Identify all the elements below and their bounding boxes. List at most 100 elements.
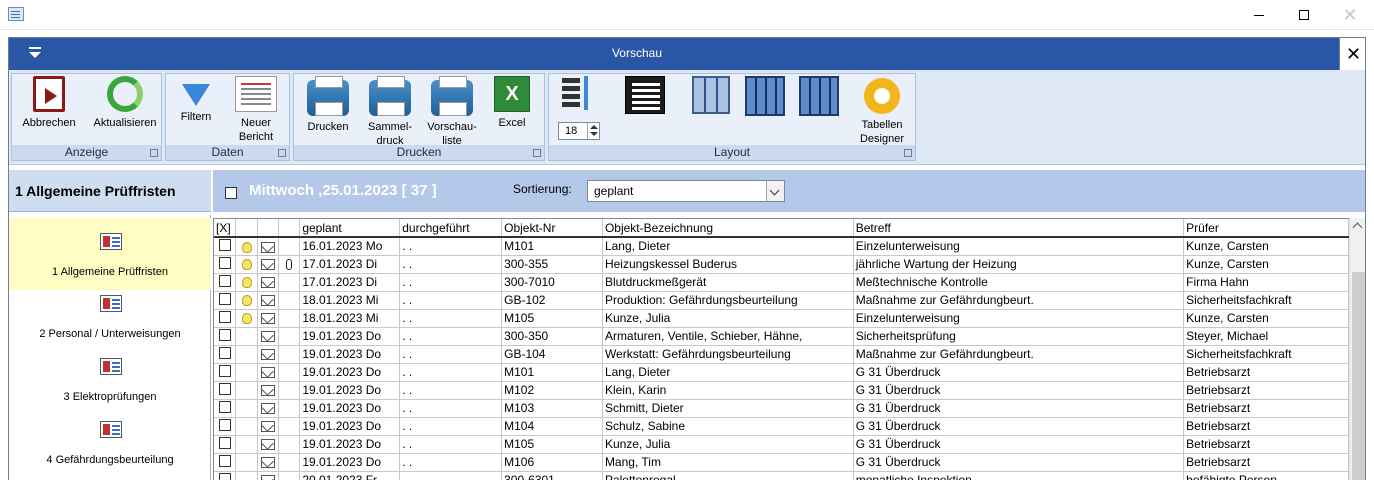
cell-betreff[interactable]: Einzelunterweisung [853, 237, 1185, 256]
cell-attach[interactable] [278, 417, 301, 436]
cell-objekt-bezeichnung[interactable]: Palettenregal [602, 471, 854, 480]
cell-attach[interactable] [278, 327, 301, 346]
neuer-bericht-button[interactable]: Neuer Bericht [226, 76, 286, 144]
cell-mail[interactable] [257, 435, 280, 454]
cell-geplant[interactable]: 19.01.2023 Do [299, 399, 401, 418]
cell-objekt-bezeichnung[interactable]: Blutdruckmeßgerät [602, 273, 854, 292]
envelope-icon[interactable] [261, 295, 276, 307]
cell-geplant[interactable]: 19.01.2023 Do [299, 417, 401, 436]
sort-select[interactable]: geplant [587, 180, 785, 202]
nav-item-gefaehrdungsbeurteilung[interactable]: 4 Gefährdungsbeurteilung [9, 406, 211, 478]
cell-geplant[interactable]: 16.01.2023 Mo [299, 237, 401, 256]
cell-geplant[interactable]: 17.01.2023 Di [299, 255, 401, 274]
envelope-icon[interactable] [261, 241, 276, 253]
cell-attach[interactable] [278, 435, 301, 454]
cell-objekt-nr[interactable]: M103 [501, 399, 603, 418]
envelope-icon[interactable] [261, 403, 276, 415]
envelope-icon[interactable] [261, 475, 276, 480]
col-header-attach[interactable] [278, 219, 301, 238]
cell-pruefer[interactable]: Steyer, Michael [1183, 327, 1349, 346]
envelope-icon[interactable] [261, 439, 276, 451]
cell-durchgefuehrt[interactable]: . . [399, 399, 503, 418]
cell-durchgefuehrt[interactable]: . . [399, 363, 503, 382]
aktualisieren-button[interactable]: Aktualisieren [90, 76, 160, 130]
cell-attach[interactable] [278, 381, 301, 400]
cell-durchgefuehrt[interactable]: . . [399, 273, 503, 292]
cell-durchgefuehrt[interactable]: . . [399, 417, 503, 436]
cell-check[interactable] [214, 345, 237, 364]
cell-durchgefuehrt[interactable]: . . [399, 435, 503, 454]
cell-pruefer[interactable]: Betriebsarzt [1183, 399, 1349, 418]
cell-mail[interactable] [257, 363, 280, 382]
cell-mail[interactable] [257, 255, 280, 274]
cell-pruefer[interactable]: Betriebsarzt [1183, 435, 1349, 454]
cell-pruefer[interactable]: Firma Hahn [1183, 273, 1349, 292]
cell-objekt-nr[interactable]: GB-102 [501, 291, 603, 310]
cell-check[interactable] [214, 309, 237, 328]
drucken-button[interactable]: Drucken [300, 76, 356, 134]
cell-pruefer[interactable]: Kunze, Carsten [1183, 255, 1349, 274]
cell-pruefer[interactable]: Kunze, Carsten [1183, 237, 1349, 256]
cell-pruefer[interactable]: Betriebsarzt [1183, 363, 1349, 382]
col-header-mail[interactable] [257, 219, 280, 238]
row-checkbox[interactable] [218, 436, 231, 449]
row-checkbox[interactable] [218, 292, 231, 305]
cell-objekt-nr[interactable]: 300-7010 [501, 273, 603, 292]
envelope-icon[interactable] [261, 313, 276, 325]
cell-geplant[interactable]: 20.01.2023 Fr [299, 471, 401, 480]
cell-betreff[interactable]: Maßnahme zur Gefährdungbeurt. [853, 291, 1185, 310]
envelope-icon[interactable] [261, 277, 276, 289]
cell-durchgefuehrt[interactable]: . . [399, 327, 503, 346]
cell-check[interactable] [214, 363, 237, 382]
cell-objekt-nr[interactable]: M106 [501, 453, 603, 472]
cell-pruefer[interactable]: Betriebsarzt [1183, 453, 1349, 472]
cell-pruefer[interactable]: Kunze, Carsten [1183, 309, 1349, 328]
table-row[interactable]: 19.01.2023 Do. . M104 Schulz, Sabine G 31 Ü… [214, 417, 1349, 436]
nav-item-personal-unterweisungen[interactable]: 2 Personal / Unterweisungen [9, 280, 211, 352]
cell-attach[interactable] [278, 363, 301, 382]
cell-check[interactable] [214, 255, 237, 274]
table-row[interactable]: 18.01.2023 Mi. . M105 Kunze, Julia Einzelun… [214, 309, 1349, 328]
cell-attach[interactable] [278, 237, 301, 256]
cell-betreff[interactable]: jährliche Wartung der Heizung [853, 255, 1185, 274]
cell-mail[interactable] [257, 453, 280, 472]
cell-objekt-nr[interactable]: M102 [501, 381, 603, 400]
cell-objekt-nr[interactable]: M101 [501, 363, 603, 382]
col-header-objekt-bezeichnung[interactable]: Objekt-Bezeichnung [602, 219, 854, 238]
cell-geplant[interactable]: 19.01.2023 Do [299, 345, 401, 364]
scrollbar-thumb[interactable] [1352, 272, 1365, 480]
excel-button[interactable]: X Excel [486, 76, 538, 130]
cell-betreff[interactable]: G 31 Überdruck [853, 399, 1185, 418]
cell-check[interactable] [214, 291, 237, 310]
vertical-scrollbar[interactable] [1349, 218, 1365, 480]
cell-betreff[interactable]: G 31 Überdruck [853, 435, 1185, 454]
cell-mail[interactable] [257, 471, 280, 480]
tabellen-designer-button[interactable]: Tabellen Designer [849, 76, 915, 146]
cell-geplant[interactable]: 19.01.2023 Do [299, 327, 401, 346]
cell-objekt-nr[interactable]: M105 [501, 435, 603, 454]
row-height-button[interactable] [557, 76, 597, 114]
cell-durchgefuehrt[interactable]: . . [399, 291, 503, 310]
cell-durchgefuehrt[interactable]: . . [399, 453, 503, 472]
row-checkbox[interactable] [218, 382, 231, 395]
cell-durchgefuehrt[interactable]: . . [399, 237, 503, 256]
cell-objekt-bezeichnung[interactable]: Kunze, Julia [602, 309, 854, 328]
cell-mail[interactable] [257, 417, 280, 436]
ribbon-close-button[interactable]: ✕ [1339, 38, 1365, 70]
grid-view-button[interactable] [687, 76, 735, 118]
sammeldruck-button[interactable]: Sammel- druck [362, 76, 418, 148]
cell-objekt-bezeichnung[interactable]: Klein, Karin [602, 381, 854, 400]
cell-attach[interactable] [278, 399, 301, 418]
envelope-icon[interactable] [261, 421, 276, 433]
cell-pruefer[interactable]: Sicherheitsfachkraft [1183, 291, 1349, 310]
cell-betreff[interactable]: monatliche Inspektion [853, 471, 1185, 480]
cell-geplant[interactable]: 17.01.2023 Di [299, 273, 401, 292]
cell-check[interactable] [214, 327, 237, 346]
col-header-pruefer[interactable]: Prüfer [1183, 219, 1349, 238]
cell-durchgefuehrt[interactable]: . . [399, 381, 503, 400]
cell-objekt-bezeichnung[interactable]: Schmitt, Dieter [602, 399, 854, 418]
cell-durchgefuehrt[interactable]: . . [399, 309, 503, 328]
envelope-icon[interactable] [261, 367, 276, 379]
cell-objekt-nr[interactable]: 300-350 [501, 327, 603, 346]
cell-betreff[interactable]: Meßtechnische Kontrolle [853, 273, 1185, 292]
